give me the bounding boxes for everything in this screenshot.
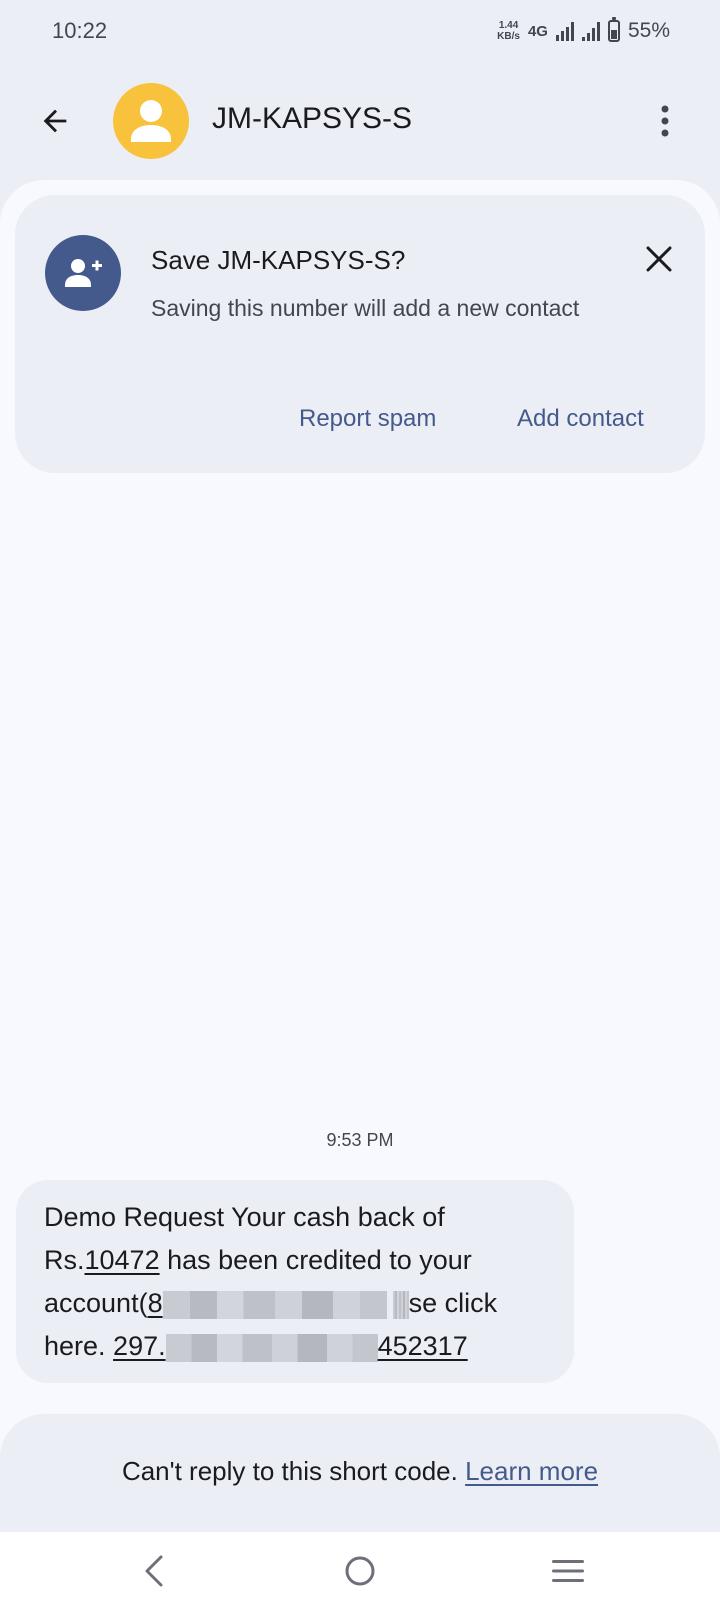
status-icons: 1.44 KB/s 4G 55% (497, 16, 670, 46)
nav-back-icon (145, 1555, 163, 1587)
signal-icon (555, 21, 574, 41)
link-end: 452317 (377, 1331, 468, 1361)
status-time: 10:22 (52, 18, 108, 43)
network-type: 4G (527, 22, 548, 40)
more-vert-icon (661, 105, 669, 137)
network-speed-unit: KB/s (497, 31, 520, 42)
message-text: Demo Request Your cash back of (44, 1202, 445, 1232)
network-speed: 1.44 KB/s (497, 20, 520, 42)
app-bar: JM-KAPSYS-S (0, 70, 720, 174)
nav-recents-icon (552, 1560, 584, 1582)
add-contact-button[interactable]: Add contact (517, 405, 644, 433)
message-text: se click (408, 1288, 498, 1318)
redacted-account (162, 1290, 387, 1319)
navigation-bar (0, 1532, 720, 1612)
save-card-text: Saving this number will add a new contac… (151, 295, 580, 321)
message-line-3: account(8 se click (44, 1282, 546, 1325)
account-link[interactable]: 8 (147, 1288, 387, 1319)
status-bar: 10:22 1.44 KB/s 4G 55% (0, 0, 720, 62)
message-text: account( (44, 1288, 148, 1318)
add-person-icon (65, 259, 102, 287)
report-spam-button[interactable]: Report spam (299, 405, 436, 433)
arrow-back-icon (43, 109, 67, 133)
nav-recents-button[interactable] (538, 1546, 598, 1596)
amount-link[interactable]: 10472 (85, 1245, 160, 1275)
save-card-title: Save JM-KAPSYS-S? (151, 245, 406, 275)
close-card-button[interactable] (637, 237, 681, 281)
network-speed-value: 1.44 (498, 20, 519, 31)
conversation-panel: Save JM-KAPSYS-S? Saving this number wil… (0, 180, 720, 1532)
message-text: has been credited to your (159, 1245, 472, 1275)
message-bubble[interactable]: Demo Request Your cash back of Rs.10472 … (16, 1180, 574, 1383)
message-line-1: Demo Request Your cash back of (44, 1196, 546, 1239)
cant-reply-banner: Can't reply to this short code. Learn mo… (0, 1414, 720, 1532)
person-icon (131, 100, 171, 142)
cant-reply-text: Can't reply to this short code. (121, 1456, 458, 1486)
avatar[interactable] (113, 83, 189, 159)
learn-more-link[interactable]: Learn more (465, 1456, 598, 1486)
message-text: Rs. (44, 1245, 85, 1275)
contact-name: JM-KAPSYS-S (212, 102, 413, 135)
nav-back-button[interactable] (124, 1546, 184, 1596)
link-start: 297. (113, 1331, 166, 1361)
battery-percent: 55% (627, 19, 670, 42)
save-contact-card: Save JM-KAPSYS-S? Saving this number wil… (15, 195, 705, 473)
redacted-link (165, 1333, 378, 1362)
message-text: here. (44, 1331, 114, 1361)
nav-home-button[interactable] (330, 1546, 390, 1596)
more-options-button[interactable] (640, 96, 690, 146)
nav-home-icon (345, 1556, 375, 1586)
account-start: 8 (147, 1288, 163, 1318)
message-url-link[interactable]: 297. 452317 (113, 1331, 468, 1362)
battery-icon (607, 17, 620, 42)
message-timestamp: 9:53 PM (326, 1130, 394, 1150)
add-person-icon-badge (45, 235, 121, 311)
signal-icon-2 (581, 21, 600, 41)
close-icon (646, 246, 672, 272)
redacted-text (392, 1290, 409, 1319)
message-line-4: here. 297. 452317 (44, 1325, 546, 1368)
message-line-2: Rs.10472 has been credited to your (44, 1239, 546, 1282)
back-button[interactable] (30, 96, 80, 146)
